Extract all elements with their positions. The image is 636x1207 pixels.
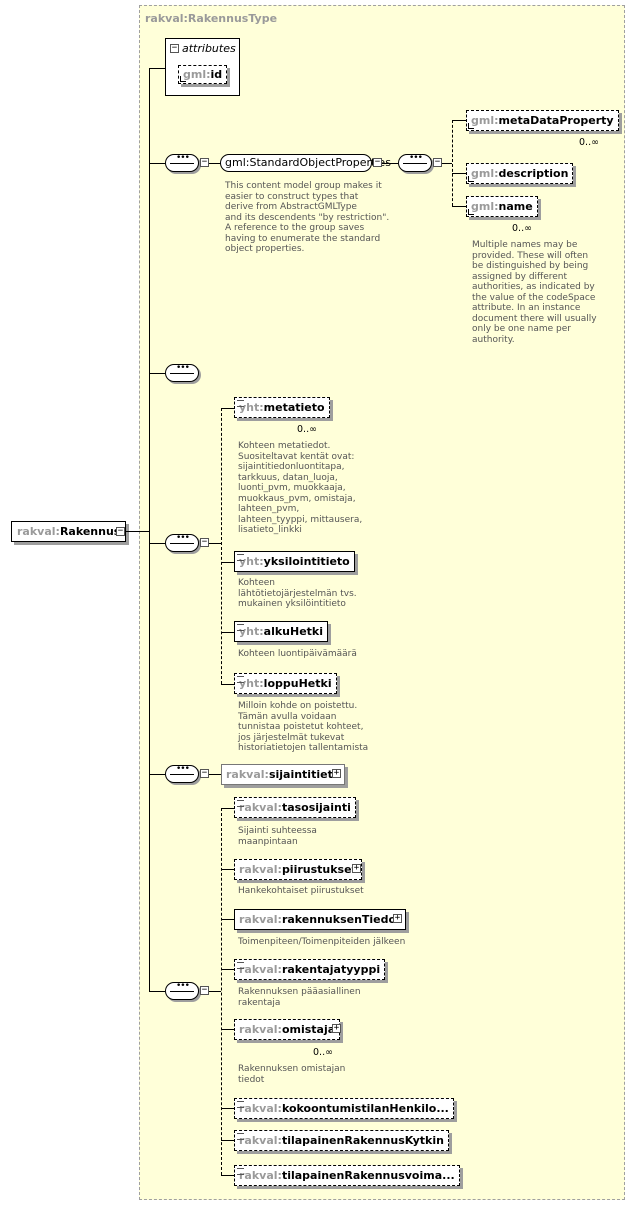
root-name: Rakennus [59,525,121,538]
root-element[interactable]: rakval:Rakennus [11,521,127,542]
connector [452,173,466,174]
collapse-icon[interactable]: − [116,527,125,536]
rakentajatyyppi-note: Rakennuksen pääasiallinen rakentaja [238,987,361,1008]
collapse-icon[interactable]: − [200,538,209,547]
alkuhetki-note: Kohteen luontipäivämäärä [238,649,357,659]
connector [221,632,234,633]
connector [149,774,165,775]
sequence-icon [398,153,432,172]
element-gml-metadataproperty[interactable]: gml:metaDataProperty [466,110,619,131]
connector [149,543,165,544]
collapse-icon[interactable]: − [170,44,179,53]
expand-icon[interactable]: + [332,769,341,778]
element-gml-name[interactable]: gml:name [466,196,538,217]
connector [149,163,165,164]
collapse-icon[interactable]: − [200,986,209,995]
element-rakval-omistaja[interactable]: rakval:omistaja [234,1019,341,1040]
connector [149,373,165,374]
element-yht-metatieto[interactable]: yht:metatieto [234,397,330,418]
connector [221,808,234,809]
tasosijainti-note: Sijainti suhteessa maanpintaan [238,826,317,847]
metatieto-note: Kohteen metatiedot. Suositeltavat kentät … [238,441,363,535]
collapse-icon[interactable]: − [373,158,382,167]
connector [221,1175,234,1176]
std-group-note: This content model group makes it easier … [225,181,390,254]
cardinality: 0..∞ [512,223,532,234]
expand-icon[interactable]: + [393,914,402,923]
sequence-icon [165,363,199,382]
connector [221,969,234,970]
collapse-icon[interactable]: − [433,158,442,167]
connector [149,991,165,992]
element-rakval-tilapainenrakennuskytkin[interactable]: rakval:tilapainenRakennusKytkin [234,1130,449,1151]
sequence-icon [165,764,199,783]
connector [221,562,234,563]
attributes-header: attributes [182,42,236,55]
connector [221,408,222,684]
attr-prefix: gml: [183,68,211,81]
expand-icon[interactable]: + [352,864,361,873]
spine-line [149,68,150,992]
omistaja-note: Rakennuksen omistajan tiedot [238,1064,346,1085]
element-yht-loppuhetki[interactable]: yht:loppuHetki [234,673,337,694]
connector [382,163,398,164]
group-standard-object-properties[interactable]: gml:StandardObjectProperties [220,154,391,172]
expand-icon[interactable]: + [332,1024,341,1033]
element-gml-description[interactable]: gml:description [466,163,574,184]
connector [221,684,234,685]
connector [149,68,165,69]
piirustukset-note: Hankekohtaiset piirustukset [238,886,364,896]
sequence-icon [165,153,199,172]
cardinality: 0..∞ [579,137,599,148]
connector [209,991,221,992]
element-rakval-piirustukset[interactable]: rakval:piirustukset [234,859,362,880]
connector [221,1029,234,1030]
element-rakval-tilapainenrakennusvoima[interactable]: rakval:tilapainenRakennusvoima... [234,1165,460,1186]
element-rakval-kokoontumistilanhenkilo[interactable]: rakval:kokoontumistilanHenkilo... [234,1098,454,1119]
element-yht-alkuhetki[interactable]: yht:alkuHetki [234,621,329,642]
rakennuksentiedot-note: Toimenpiteen/Toimenpiteiden jälkeen [238,937,406,947]
connector [221,869,234,870]
connector [221,919,234,920]
connector [452,206,466,207]
connector [442,163,452,164]
yksilointitieto-note: Kohteen lähtötietojärjestelmän tvs. mukain… [238,578,357,609]
element-rakval-tasosijainti[interactable]: rakval:tasosijainti [234,797,356,818]
collapse-icon[interactable]: − [200,158,209,167]
sequence-icon [165,981,199,1000]
connector [209,543,221,544]
element-rakval-rakennuksentiedot[interactable]: rakval:rakennuksenTiedot [234,909,407,930]
cardinality: 0..∞ [313,1047,333,1058]
root-prefix: rakval: [17,525,60,538]
gml-name-note: Multiple names may be provided. These wil… [472,240,597,345]
connector [452,120,453,206]
collapse-icon[interactable]: − [200,769,209,778]
sequence-icon [165,533,199,552]
connector [209,774,221,775]
element-yht-yksilointitieto[interactable]: yht:yksilointitieto [234,551,355,572]
attr-name: id [210,68,223,81]
cardinality: 0..∞ [297,424,317,435]
attributes-box: − attributes gml:id [165,38,240,96]
element-rakval-sijaintitieto[interactable]: rakval:sijaintitieto [221,764,346,785]
type-title: rakval:RakennusType [145,12,278,25]
connector [452,120,466,121]
connector [125,531,149,532]
connector [221,408,234,409]
connector [221,1140,234,1141]
element-rakval-rakentajatyyppi[interactable]: rakval:rakentajatyyppi [234,959,386,980]
attr-gml-id[interactable]: gml:id [178,65,228,84]
loppuhetki-note: Milloin kohde on poistettu. Tämän avulla … [238,701,369,753]
connector [221,808,222,1175]
connector [221,1108,234,1109]
